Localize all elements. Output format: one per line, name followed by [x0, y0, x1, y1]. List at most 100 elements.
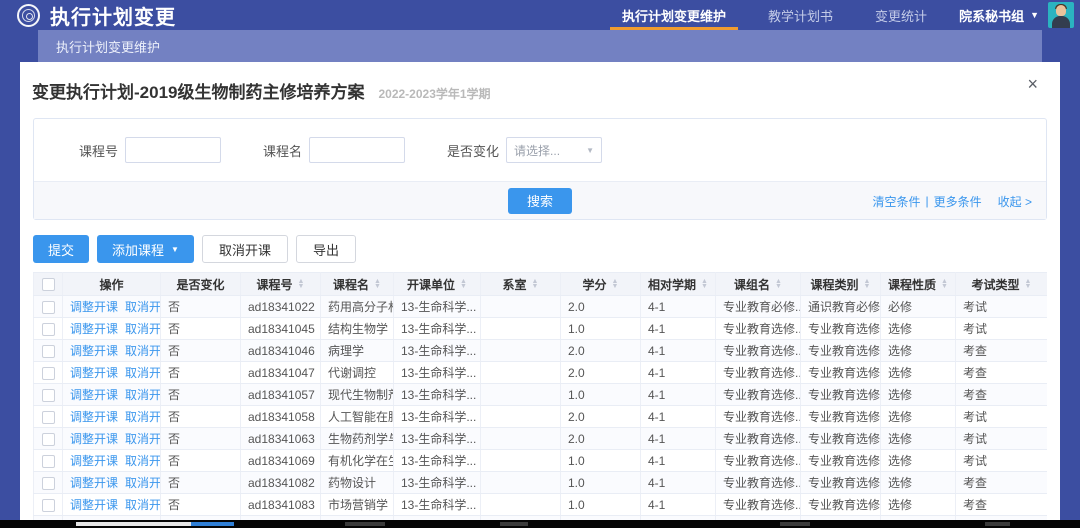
table-row: 调整开课取消开课否ad18341069有机化学在生...13-生命科学...1.… [34, 450, 1048, 472]
adjust-course-link[interactable]: 调整开课 [70, 410, 118, 424]
cell-no: ad18341057 [241, 384, 321, 406]
collapse-link[interactable]: 收起 > [998, 193, 1032, 210]
cancel-course-link[interactable]: 取消开课 [125, 432, 160, 446]
sort-icon[interactable]: ▲▼ [612, 279, 619, 289]
adjust-course-link[interactable]: 调整开课 [70, 388, 118, 402]
filter-select-2[interactable]: 请选择...▼ [506, 137, 602, 163]
sort-icon[interactable]: ▲▼ [532, 279, 539, 289]
row-checkbox[interactable] [42, 323, 55, 336]
sort-desc-icon: ▼ [532, 284, 539, 289]
column-header-11[interactable]: 考试类型▲▼ [956, 273, 1048, 296]
row-checkbox[interactable] [42, 433, 55, 446]
column-header-10[interactable]: 课程性质▲▼ [881, 273, 956, 296]
nav-tab-1[interactable]: 教学计划书 [758, 0, 843, 30]
cancel-course-link[interactable]: 取消开课 [125, 366, 160, 380]
cancel-course-link[interactable]: 取消开课 [125, 476, 160, 490]
export-button[interactable]: 导出 [296, 235, 356, 263]
filter-input-0[interactable] [125, 137, 221, 163]
column-header-inner: 相对学期▲▼ [648, 276, 708, 293]
row-checkbox[interactable] [42, 411, 55, 424]
adjust-course-link[interactable]: 调整开课 [70, 322, 118, 336]
adjust-course-link[interactable]: 调整开课 [70, 476, 118, 490]
cancel-course-link[interactable]: 取消开课 [125, 300, 160, 314]
cancel-course-link[interactable]: 取消开课 [125, 322, 160, 336]
cancel-course-link[interactable]: 取消开课 [125, 498, 160, 512]
cancel-course-button[interactable]: 取消开课 [202, 235, 288, 263]
user-role-label[interactable]: 院系秘书组 [959, 6, 1024, 25]
select-all-cell [34, 273, 63, 296]
column-header-2[interactable]: 课程号▲▼ [241, 273, 321, 296]
cell-sem: 4-1 [641, 362, 716, 384]
more-conditions-link[interactable]: 更多条件 [934, 193, 982, 210]
cancel-course-link[interactable]: 取消开课 [125, 344, 160, 358]
column-header-inner: 开课单位▲▼ [407, 276, 467, 293]
adjust-course-link[interactable]: 调整开课 [70, 432, 118, 446]
row-select-cell [34, 318, 63, 340]
row-actions-cell: 调整开课取消开课 [63, 362, 161, 384]
cell-sem: 4-1 [641, 318, 716, 340]
cell-credits: 1.0 [561, 450, 641, 472]
filter-input-1[interactable] [309, 137, 405, 163]
cell-sem: 4-1 [641, 406, 716, 428]
column-header-4[interactable]: 开课单位▲▼ [394, 273, 481, 296]
row-checkbox[interactable] [42, 499, 55, 512]
clear-conditions-link[interactable]: 清空条件 [873, 193, 921, 210]
row-checkbox[interactable] [42, 477, 55, 490]
add-course-button[interactable]: 添加课程 ▼ [97, 235, 194, 263]
user-area[interactable]: 院系秘书组 ▼ [959, 2, 1074, 28]
filter-label-1: 课程名 [263, 141, 302, 160]
row-checkbox[interactable] [42, 367, 55, 380]
cancel-course-link[interactable]: 取消开课 [125, 388, 160, 402]
cell-unit: 13-生命科学... [394, 362, 481, 384]
sort-icon[interactable]: ▲▼ [374, 279, 381, 289]
cell-category: 专业教育选修... [801, 340, 881, 362]
sort-icon[interactable]: ▲▼ [941, 279, 948, 289]
submit-button[interactable]: 提交 [33, 235, 89, 263]
sort-icon[interactable]: ▲▼ [864, 279, 871, 289]
cell-dept [481, 450, 561, 472]
sort-desc-icon: ▼ [460, 284, 467, 289]
sort-icon[interactable]: ▲▼ [298, 279, 305, 289]
cancel-course-link[interactable]: 取消开课 [125, 454, 160, 468]
nav-tab-0[interactable]: 执行计划变更维护 [612, 0, 736, 30]
chevron-down-icon: ▼ [171, 245, 179, 254]
chevron-down-icon[interactable]: ▼ [1030, 10, 1039, 20]
adjust-course-link[interactable]: 调整开课 [70, 454, 118, 468]
row-checkbox[interactable] [42, 455, 55, 468]
cell-sem: 4-1 [641, 472, 716, 494]
cancel-course-link[interactable]: 取消开课 [125, 410, 160, 424]
column-header-8[interactable]: 课组名▲▼ [716, 273, 801, 296]
bottom-media-bar[interactable] [0, 520, 1080, 528]
cell-dept [481, 362, 561, 384]
university-seal-icon [17, 4, 40, 27]
cell-nature: 选修 [881, 494, 956, 516]
row-checkbox[interactable] [42, 301, 55, 314]
nav-tab-2[interactable]: 变更统计 [865, 0, 937, 30]
adjust-course-link[interactable]: 调整开课 [70, 498, 118, 512]
search-button[interactable]: 搜索 [508, 188, 572, 214]
cell-group: 专业教育选修... [716, 362, 801, 384]
adjust-course-link[interactable]: 调整开课 [70, 300, 118, 314]
column-header-7[interactable]: 相对学期▲▼ [641, 273, 716, 296]
progress-tick [500, 522, 528, 526]
select-all-checkbox[interactable] [42, 278, 55, 291]
close-icon[interactable]: × [1027, 75, 1038, 93]
column-header-6[interactable]: 学分▲▼ [561, 273, 641, 296]
cell-nature: 选修 [881, 362, 956, 384]
row-checkbox[interactable] [42, 389, 55, 402]
adjust-course-link[interactable]: 调整开课 [70, 366, 118, 380]
sort-icon[interactable]: ▲▼ [701, 279, 708, 289]
column-header-9[interactable]: 课程类别▲▼ [801, 273, 881, 296]
sort-icon[interactable]: ▲▼ [460, 279, 467, 289]
sort-icon[interactable]: ▲▼ [775, 279, 782, 289]
column-header-5[interactable]: 系室▲▼ [481, 273, 561, 296]
cell-exam: 考查 [956, 362, 1048, 384]
sort-icon[interactable]: ▲▼ [1025, 279, 1032, 289]
column-header-3[interactable]: 课程名▲▼ [321, 273, 394, 296]
avatar[interactable] [1048, 2, 1074, 28]
cell-unit: 13-生命科学... [394, 494, 481, 516]
filter-label-2: 是否变化 [447, 141, 499, 160]
adjust-course-link[interactable]: 调整开课 [70, 344, 118, 358]
cell-nature: 选修 [881, 340, 956, 362]
row-checkbox[interactable] [42, 345, 55, 358]
